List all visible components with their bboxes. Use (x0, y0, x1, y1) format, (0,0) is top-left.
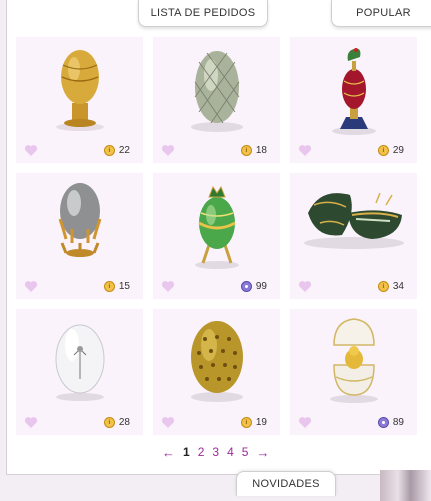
heart-icon[interactable] (161, 280, 175, 293)
item-card[interactable]: i 34 (290, 173, 417, 299)
item-card[interactable]: 89 (290, 309, 417, 435)
item-card[interactable]: i 19 (153, 309, 280, 435)
price-value: 18 (255, 145, 267, 156)
page-1-link[interactable]: 1 (183, 445, 190, 459)
price-value: 29 (392, 145, 404, 156)
item-card[interactable]: i 15 (16, 173, 143, 299)
coin-icon: i (103, 145, 115, 156)
page-2-link[interactable]: 2 (198, 445, 205, 459)
gold-bead-egg-image (191, 321, 243, 402)
item-price: i 19 (240, 416, 267, 429)
page-5-link[interactable]: 5 (242, 445, 249, 459)
price-value: 28 (118, 417, 130, 428)
tab-orders-label: LISTA DE PEDIDOS (150, 7, 256, 19)
item-card[interactable]: i 18 (153, 37, 280, 163)
item-price: i 29 (377, 144, 404, 157)
price-value: 99 (255, 281, 267, 292)
tab-orders-list[interactable]: LISTA DE PEDIDOS (138, 0, 268, 27)
price-value: 22 (118, 145, 130, 156)
coin-icon: i (240, 145, 252, 156)
item-price: i 28 (103, 416, 130, 429)
prev-page-arrow-icon[interactable]: ← (162, 445, 175, 460)
price-value: 34 (392, 281, 404, 292)
silver-lattice-egg-image (191, 51, 243, 132)
item-card[interactable]: i 28 (16, 309, 143, 435)
item-card[interactable]: i 22 (16, 37, 143, 163)
tab-new-items[interactable]: NOVIDADES (236, 471, 336, 496)
heart-icon[interactable] (161, 416, 175, 429)
item-price: 99 (240, 280, 267, 293)
coin-icon: i (377, 281, 389, 292)
tab-new-label: NOVIDADES (252, 478, 320, 490)
green-crowned-egg-image (195, 185, 239, 269)
coin-icon: i (103, 417, 115, 428)
item-card[interactable]: i 29 (290, 37, 417, 163)
crystal-egg-image (55, 324, 105, 401)
heart-icon[interactable] (24, 416, 38, 429)
item-price: i 22 (103, 144, 130, 157)
coin-icon: i (103, 281, 115, 292)
price-value: 15 (118, 281, 130, 292)
gem-icon (377, 417, 389, 428)
item-price: i 34 (377, 280, 404, 293)
background-decoration (380, 470, 431, 501)
pagination: ← 1 2 3 4 5 → (162, 445, 269, 460)
heart-icon[interactable] (298, 280, 312, 293)
item-price: i 15 (103, 280, 130, 293)
item-card[interactable]: 99 (153, 173, 280, 299)
coin-icon: i (377, 145, 389, 156)
page-3-link[interactable]: 3 (212, 445, 219, 459)
white-surprise-egg-image (330, 318, 378, 403)
golden-ornate-egg-image (56, 50, 104, 131)
price-value: 19 (255, 417, 267, 428)
tab-popular[interactable]: POPULAR (331, 0, 431, 27)
coin-icon: i (240, 417, 252, 428)
next-page-arrow-icon[interactable]: → (256, 445, 269, 460)
item-price: 89 (377, 416, 404, 429)
heart-icon[interactable] (298, 144, 312, 157)
page-4-link[interactable]: 4 (227, 445, 234, 459)
heart-icon[interactable] (161, 144, 175, 157)
price-value: 89 (392, 417, 404, 428)
heart-icon[interactable] (24, 280, 38, 293)
rooster-jeweled-egg-image (332, 48, 376, 135)
silver-drip-egg-image (58, 183, 102, 257)
item-price: i 18 (240, 144, 267, 157)
heart-icon[interactable] (24, 144, 38, 157)
gem-icon (240, 281, 252, 292)
tab-popular-label: POPULAR (356, 7, 411, 19)
heart-icon[interactable] (298, 416, 312, 429)
green-open-egg-image (304, 192, 404, 249)
